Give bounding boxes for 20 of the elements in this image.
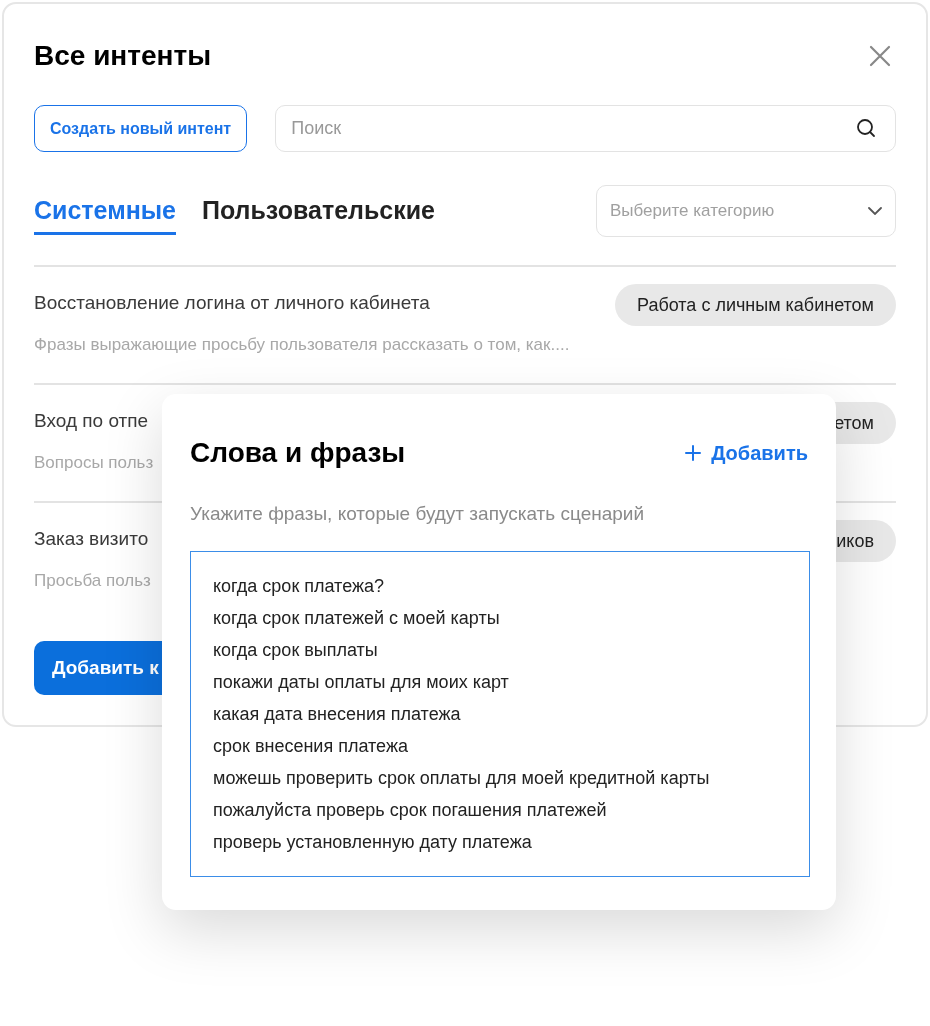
close-icon[interactable] (869, 45, 891, 67)
category-tag: Работа с личным кабинетом (615, 284, 896, 326)
hint-text: Укажите фразы, которые будут запускать сценарий (190, 502, 646, 526)
dialog-title: Слова и фразы (190, 436, 406, 470)
intent-title[interactable]: Вход по отпе (34, 407, 154, 436)
intent-description: Фразы выражающие просьбу пользователя рассказать о том, как.... (34, 333, 570, 356)
chevron-down-icon (868, 207, 882, 215)
intent-description: Просьба польз (34, 569, 151, 592)
search-field[interactable]: Поиск (275, 105, 896, 152)
intent-description: Вопросы польз (34, 451, 154, 474)
intent-title[interactable]: Заказ визито (34, 525, 151, 554)
window-title: Все интенты (34, 39, 212, 73)
plus-icon (685, 445, 702, 461)
intent-title[interactable]: Восстановление логина от личного кабинета (34, 289, 570, 318)
category-select[interactable]: Выберите категорию (596, 185, 896, 237)
create-intent-button[interactable]: Создать новый интент (34, 105, 248, 152)
phrases-textarea[interactable] (190, 550, 810, 877)
search-icon[interactable] (856, 118, 876, 138)
tab[interactable]: Пользовательские (202, 187, 435, 235)
tab[interactable]: Системные (34, 187, 176, 235)
